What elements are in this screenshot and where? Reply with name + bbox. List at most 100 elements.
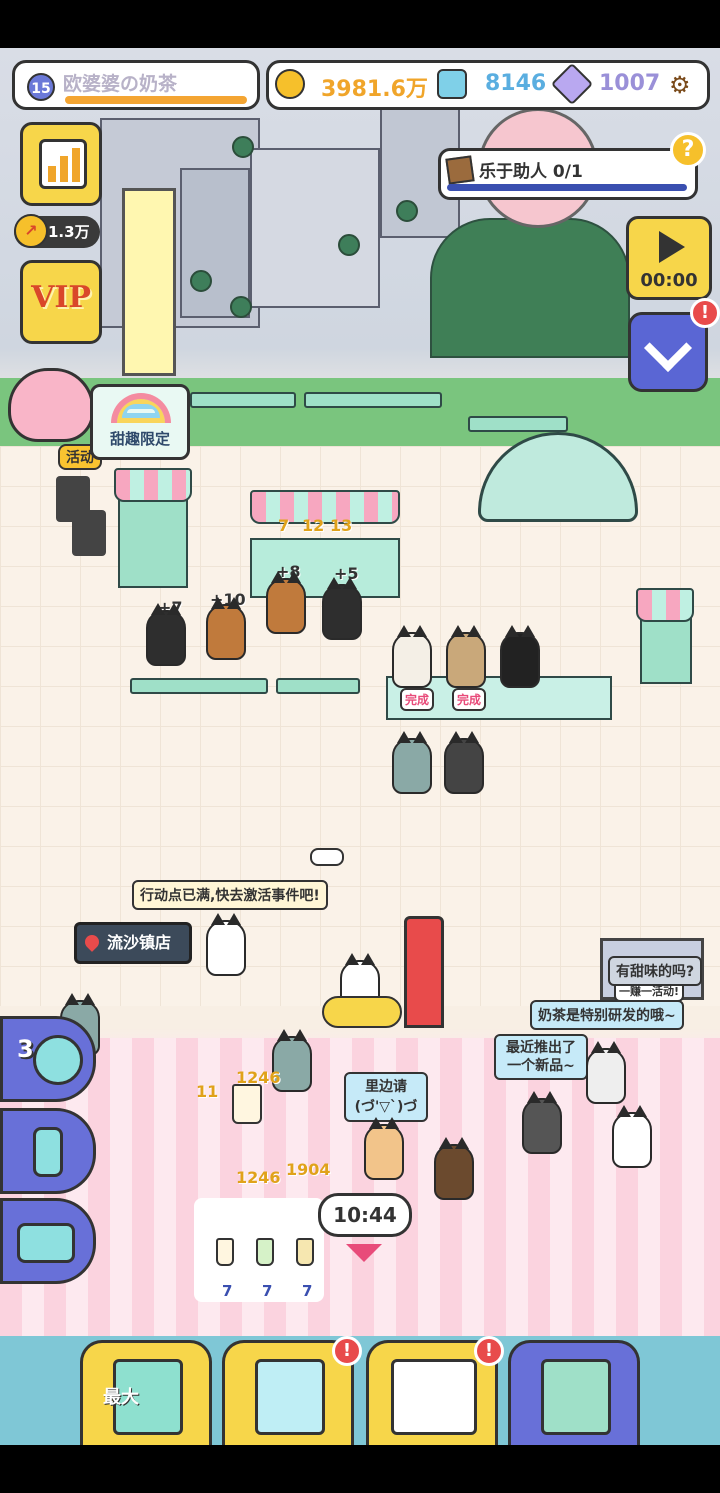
tree bbox=[396, 200, 418, 222]
activity-button[interactable]: 活动 bbox=[4, 364, 104, 470]
bench bbox=[276, 678, 360, 694]
stall bbox=[118, 488, 188, 588]
rainbow-icon bbox=[111, 393, 171, 423]
cup-icon bbox=[33, 1127, 63, 1177]
magnifier-icon bbox=[33, 1035, 83, 1085]
street-lamp bbox=[404, 916, 444, 1028]
video-timer: 00:00 bbox=[640, 270, 698, 291]
stats-button[interactable] bbox=[20, 122, 102, 206]
tower-lamp bbox=[122, 188, 176, 376]
customer-cat[interactable] bbox=[434, 1137, 474, 1200]
customer-cat[interactable] bbox=[500, 625, 540, 688]
vip-button[interactable]: VIP bbox=[20, 260, 102, 344]
awning bbox=[114, 468, 192, 502]
drinks-tray[interactable]: 7 7 7 bbox=[194, 1198, 324, 1302]
drink-cup bbox=[232, 1084, 262, 1124]
awning bbox=[636, 588, 694, 622]
bench bbox=[304, 392, 442, 408]
bench bbox=[130, 678, 268, 694]
customer-cat[interactable] bbox=[522, 1091, 562, 1154]
cushion bbox=[322, 996, 402, 1028]
shop-name: 欧婆婆の奶茶 bbox=[63, 73, 178, 95]
caret-down-icon[interactable] bbox=[346, 1244, 382, 1262]
nav-renovate[interactable]: 最大 装修 bbox=[80, 1340, 212, 1445]
customer-cat[interactable] bbox=[322, 577, 362, 640]
bar-chart-icon bbox=[39, 139, 87, 189]
play-icon bbox=[659, 231, 685, 263]
gold-amount: 3981.6万 bbox=[321, 77, 428, 102]
status-bar bbox=[0, 0, 720, 48]
bottom-nav: 最大 装修 菜单 ! 事件 ! 公司 bbox=[0, 1336, 720, 1445]
navigation-bar bbox=[0, 1445, 720, 1493]
building bbox=[250, 148, 380, 308]
settings-gear-icon[interactable]: ⚙ bbox=[669, 71, 691, 99]
customer-cat[interactable] bbox=[586, 1041, 626, 1104]
awning bbox=[250, 490, 400, 524]
gold-coin-icon[interactable] bbox=[275, 69, 305, 99]
customer-cat[interactable] bbox=[446, 625, 486, 688]
order-done-badge: 完成 bbox=[400, 688, 435, 711]
drink-count: 7 bbox=[222, 1282, 233, 1300]
income-rate[interactable]: ↗ 1.3万 bbox=[14, 214, 100, 248]
location-sign[interactable]: 流沙镇店 bbox=[74, 922, 192, 964]
floating-number: 13 bbox=[330, 516, 353, 535]
drink-count: 7 bbox=[262, 1282, 273, 1300]
cash-counter-icon bbox=[17, 1223, 75, 1263]
customer-cat[interactable] bbox=[146, 603, 186, 666]
customer-bubble-sweet: 有甜味的吗? bbox=[608, 956, 703, 986]
coin-income: 11 bbox=[196, 1082, 219, 1101]
limited-event-button[interactable]: 甜趣限定 bbox=[90, 384, 190, 460]
customer-cat[interactable] bbox=[612, 1105, 652, 1168]
notes-amount: 8146 bbox=[485, 71, 547, 96]
search-count: 3 bbox=[17, 1035, 34, 1063]
counter-tool-button[interactable] bbox=[0, 1198, 96, 1284]
trash-bin bbox=[72, 510, 106, 556]
order-done-badge: 完成 bbox=[452, 688, 487, 711]
cat-mascot-icon bbox=[8, 368, 94, 442]
music-note-icon[interactable] bbox=[437, 69, 467, 99]
gem-icon[interactable] bbox=[550, 62, 594, 106]
greeter-cat[interactable] bbox=[364, 1117, 404, 1180]
pointer-hand-icon bbox=[310, 848, 344, 866]
customer-cat[interactable] bbox=[392, 731, 432, 794]
alert-badge: ! bbox=[690, 298, 720, 328]
customer-cat[interactable] bbox=[444, 731, 484, 794]
drink-cup bbox=[256, 1238, 274, 1266]
chevron-down-icon bbox=[643, 323, 693, 373]
coin-income: 1904 bbox=[286, 1160, 331, 1179]
nav-company[interactable]: 公司 bbox=[508, 1340, 640, 1445]
maid-cat[interactable] bbox=[206, 913, 246, 976]
level-badge: 15 bbox=[27, 73, 55, 101]
drink-cup bbox=[216, 1238, 234, 1266]
tree bbox=[230, 296, 252, 318]
customer-bubble-new: 最近推出了一个新品~ bbox=[494, 1034, 588, 1080]
level-progress-bar bbox=[65, 96, 247, 104]
task-card[interactable]: 乐于助人 0/1 bbox=[438, 148, 698, 200]
search-tool-button[interactable]: 3 bbox=[0, 1016, 96, 1102]
hedge bbox=[430, 218, 630, 358]
bench bbox=[190, 392, 296, 408]
gems-amount: 1007 bbox=[599, 71, 661, 96]
play-video-button[interactable]: 00:00 bbox=[626, 216, 712, 300]
alert-badge: ! bbox=[332, 1336, 362, 1366]
customer-cat[interactable] bbox=[266, 571, 306, 634]
greeter-bubble: 里边请 (づ'▽`)づ bbox=[344, 1072, 428, 1122]
help-icon[interactable]: ? bbox=[670, 132, 706, 168]
bench bbox=[468, 416, 568, 432]
tree bbox=[338, 234, 360, 256]
tree bbox=[232, 136, 254, 158]
calendar-icon bbox=[391, 1359, 477, 1435]
customer-bubble-special: 奶茶是特别研发的哦~ bbox=[530, 1000, 684, 1030]
income-up-icon: ↗ bbox=[14, 214, 48, 248]
alert-badge: ! bbox=[474, 1336, 504, 1366]
customer-cat[interactable] bbox=[206, 597, 246, 660]
floating-number: 12 bbox=[302, 516, 325, 535]
event-prompt-bubble[interactable]: 行动点已满,快去激活事件吧! bbox=[132, 880, 328, 910]
customer-cat[interactable] bbox=[392, 625, 432, 688]
shop-level-card[interactable]: 15 欧婆婆の奶茶 bbox=[12, 60, 260, 110]
location-pin-icon bbox=[82, 932, 102, 952]
menu-list-icon bbox=[255, 1359, 325, 1435]
cup-tool-button[interactable] bbox=[0, 1108, 96, 1194]
tree bbox=[190, 270, 212, 292]
floating-number: 7 bbox=[278, 516, 290, 535]
